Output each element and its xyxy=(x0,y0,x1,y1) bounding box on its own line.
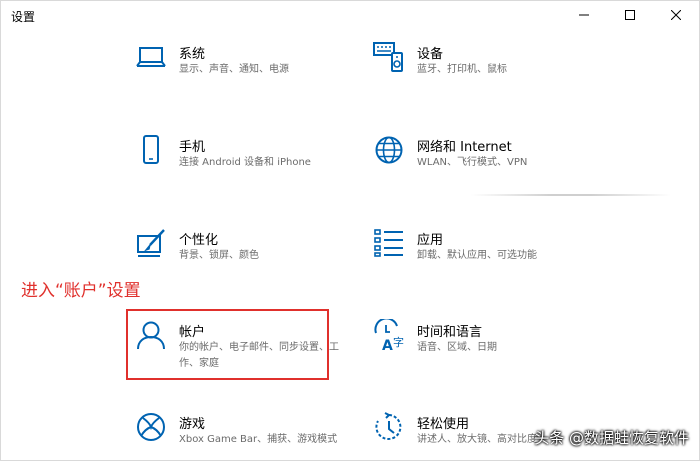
paintbrush-icon xyxy=(135,227,167,259)
annotation-label: 进入“账户”设置 xyxy=(21,281,141,301)
tile-devices[interactable]: 设备 蓝牙、打印机、鼠标 xyxy=(373,41,593,111)
phone-icon xyxy=(135,134,167,166)
tile-network-desc: WLAN、飞行模式、VPN xyxy=(417,157,528,168)
tile-time-language[interactable]: A 字 时间和语言 语音、区域、日期 xyxy=(373,319,593,389)
tile-apps-desc: 卸载、默认应用、可选功能 xyxy=(417,250,537,261)
minimize-button[interactable] xyxy=(561,1,607,29)
tile-apps[interactable]: 应用 卸载、默认应用、可选功能 xyxy=(373,227,593,297)
tile-system[interactable]: 系统 显示、声音、通知、电源 xyxy=(135,41,355,111)
tile-time-language-name: 时间和语言 xyxy=(417,325,483,340)
maximize-icon xyxy=(625,10,635,20)
tile-apps-name: 应用 xyxy=(417,233,444,248)
accounts-highlight-box xyxy=(126,309,329,380)
tile-system-desc: 显示、声音、通知、电源 xyxy=(179,64,289,75)
svg-text:字: 字 xyxy=(393,335,404,349)
tile-devices-name: 设备 xyxy=(417,47,444,62)
maximize-button[interactable] xyxy=(607,1,653,29)
watermark: 头条 @数据蛙恢复软件 xyxy=(534,429,689,447)
tile-system-name: 系统 xyxy=(179,47,206,62)
time-language-icon: A 字 xyxy=(373,319,405,351)
devices-icon xyxy=(373,41,405,73)
tile-devices-desc: 蓝牙、打印机、鼠标 xyxy=(417,64,507,75)
close-button[interactable] xyxy=(653,1,699,29)
title-bar[interactable]: 设置 xyxy=(1,1,699,29)
xbox-icon xyxy=(135,411,167,443)
tile-gaming[interactable]: 游戏 Xbox Game Bar、捕获、游戏模式 xyxy=(135,411,355,460)
divider xyxy=(471,194,671,196)
laptop-icon xyxy=(135,41,167,73)
minimize-icon xyxy=(579,10,589,20)
apps-list-icon xyxy=(373,227,405,259)
svg-text:A: A xyxy=(382,338,393,351)
tile-personalization[interactable]: 个性化 背景、锁屏、颜色 xyxy=(135,227,355,297)
tile-phone[interactable]: 手机 连接 Android 设备和 iPhone xyxy=(135,134,355,204)
ease-of-access-icon xyxy=(373,411,405,443)
tile-network-name: 网络和 Internet xyxy=(417,140,512,155)
globe-icon xyxy=(373,134,405,166)
tile-gaming-desc: Xbox Game Bar、捕获、游戏模式 xyxy=(179,434,338,445)
window-controls xyxy=(561,1,699,29)
tile-personalization-desc: 背景、锁屏、颜色 xyxy=(179,250,259,261)
tile-phone-desc: 连接 Android 设备和 iPhone xyxy=(179,157,311,168)
tile-phone-name: 手机 xyxy=(179,140,206,155)
tile-time-language-desc: 语音、区域、日期 xyxy=(417,342,497,353)
tile-personalization-name: 个性化 xyxy=(179,233,219,248)
close-icon xyxy=(671,10,681,20)
tile-gaming-name: 游戏 xyxy=(179,417,206,432)
tile-ease-of-access-name: 轻松使用 xyxy=(417,417,470,432)
window-title: 设置 xyxy=(11,10,36,24)
settings-window: 设置 系统 显示、声音、通知、电源 设备 蓝牙、打印机、鼠标 手机 连接 And… xyxy=(0,0,700,461)
